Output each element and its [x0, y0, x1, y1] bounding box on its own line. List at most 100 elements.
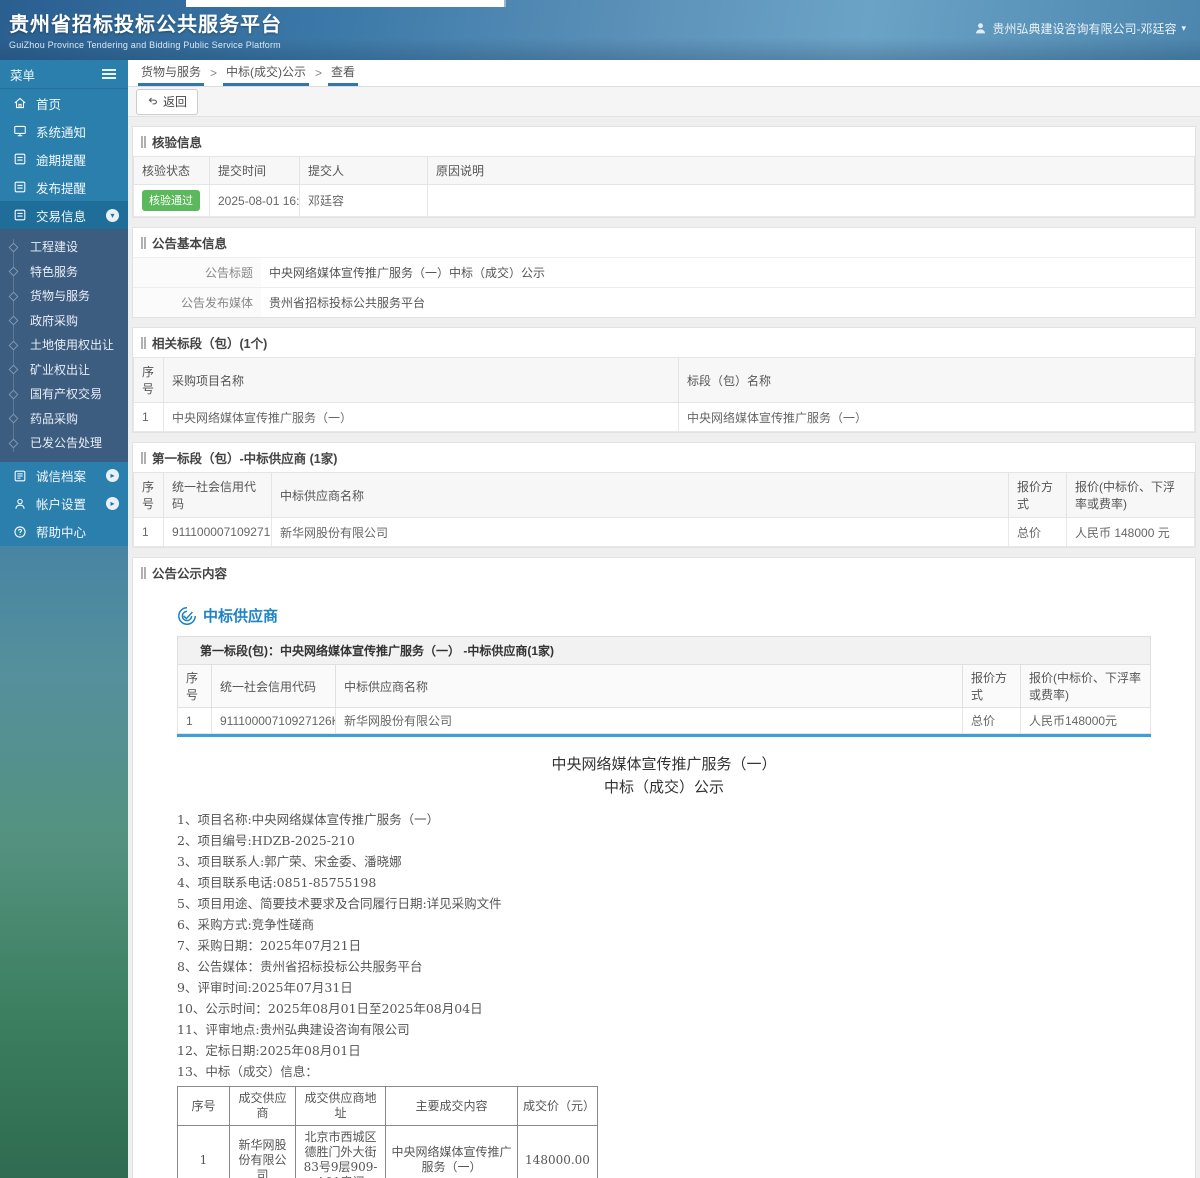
submenu-item-engineering[interactable]: 工程建设: [0, 235, 128, 260]
submenu-item-featured-services[interactable]: 特色服务: [0, 260, 128, 285]
credit-code: 91110000710927126K: [163, 517, 272, 547]
sidebar-item-system-notice[interactable]: 系统通知: [0, 117, 128, 145]
breadcrumb-view[interactable]: 查看: [328, 60, 359, 86]
chevron-down-icon: ▾: [106, 208, 119, 222]
field-label: 公告发布媒体: [133, 287, 261, 317]
announcement-title-value: 中央网络媒体宣传推广服务（一）中标（成交）公示: [261, 257, 1195, 288]
col-header: 成交价（元）: [517, 1086, 598, 1126]
col-header: 中标供应商名称: [335, 664, 963, 708]
document-icon: [13, 152, 27, 166]
section-bars-icon: [141, 135, 146, 148]
verify-table: 核验状态 提交时间 提交人 原因说明 核验通过 2025-08-01 16:03…: [133, 156, 1195, 217]
content-winner-table: 序号 统一社会信用代码 中标供应商名称 报价方式 报价(中标价、下浮率或费率) …: [177, 664, 1151, 734]
submenu-item-drug-procurement[interactable]: 药品采购: [0, 407, 128, 432]
table-row: 核验通过 2025-08-01 16:03 邓廷容: [133, 184, 1195, 217]
user-name: 贵州弘典建设咨询有限公司-邓廷容: [992, 22, 1177, 36]
sidebar-item-label: 交易信息: [36, 209, 87, 224]
submenu-item-land-use-rights[interactable]: 土地使用权出让: [0, 333, 128, 358]
supplier-name: 新华网股份有限公司: [335, 707, 963, 734]
section-bars-icon: [141, 566, 146, 579]
table-row: 1 中央网络媒体宣传推广服务（一） 中央网络媒体宣传推广服务（一）: [133, 402, 1195, 432]
sidebar-item-account-settings[interactable]: 帐户设置 ▸: [0, 489, 128, 518]
quote-method: 总价: [962, 707, 1021, 734]
table-row: 1 91110000710927126K 新华网股份有限公司 总价 人民币148…: [177, 707, 1151, 734]
submitter: 邓廷容: [299, 184, 428, 217]
doc-paragraph: 13、中标（成交）信息：: [177, 1064, 318, 1079]
col-header: 提交人: [299, 156, 428, 185]
sidebar-item-integrity-file[interactable]: 诚信档案 ▸: [0, 461, 128, 490]
breadcrumb-award-announcement[interactable]: 中标(成交)公示: [223, 60, 310, 86]
table-row: 1 91110000710927126K 新华网股份有限公司 总价 人民币 14…: [133, 517, 1195, 547]
sidebar-item-label: 系统通知: [36, 125, 87, 140]
doc-paragraph: 6、采购方式:竞争性磋商: [177, 917, 315, 932]
app-subtitle: GuiZhou Province Tendering and Bidding P…: [9, 40, 281, 50]
sidebar-item-label: 帮助中心: [36, 526, 87, 540]
reason: [427, 184, 1195, 217]
col-header: 统一社会信用代码: [211, 664, 336, 708]
sidebar-item-label: 首页: [36, 97, 62, 112]
submit-time: 2025-08-01 16:03: [209, 184, 300, 217]
section-title-text: 相关标段（包）(1个): [152, 337, 268, 351]
section-title-text: 公告基本信息: [152, 237, 228, 251]
col-header: 原因说明: [427, 156, 1195, 185]
caret-down-icon: ▾: [1181, 23, 1186, 33]
doc-paragraph: 2、项目编号:HDZB-2025-210: [177, 833, 355, 848]
hamburger-icon[interactable]: [100, 67, 118, 81]
sidebar-item-help-center[interactable]: 帮助中心: [0, 517, 128, 546]
back-label: 返回: [163, 94, 188, 109]
transaction-submenu: 工程建设 特色服务 货物与服务 政府采购 土地使用权出让 矿业权出让 国有产权交…: [0, 229, 128, 462]
submenu-item-mining-rights[interactable]: 矿业权出让: [0, 358, 128, 383]
doc-paragraph: 4、项目联系电话:0851-85755198: [177, 875, 377, 890]
col-header: 提交时间: [209, 156, 300, 185]
verify-section: 核验信息 核验状态 提交时间 提交人 原因说明 核验通过 2025-08-01 …: [132, 126, 1196, 218]
main-content: 货物与服务 > 中标(成交)公示 > 查看 返回 核验信息 核验状态 提交时间 …: [128, 60, 1200, 1178]
col-header: 报价方式: [1008, 472, 1067, 518]
sidebar-item-home[interactable]: 首页: [0, 89, 128, 117]
related-sections-table: 序号 采购项目名称 标段（包）名称 1 中央网络媒体宣传推广服务（一） 中央网络…: [133, 357, 1195, 432]
sidebar-item-transaction-info[interactable]: 交易信息 ▾: [0, 201, 128, 229]
user-menu[interactable]: 贵州弘典建设咨询有限公司-邓廷容 ▾: [974, 20, 1186, 37]
doc-paragraph: 1、项目名称:中央网络媒体宣传推广服务（一）: [177, 812, 440, 827]
col-header: 中标供应商名称: [271, 472, 1009, 518]
quote-value: 人民币 148000 元: [1066, 517, 1195, 547]
doc-paragraph: 5、项目用途、简要技术要求及合同履行日期:详见采购文件: [177, 896, 502, 911]
sidebar-item-publish-reminder[interactable]: 发布提醒: [0, 173, 128, 201]
col-header: 统一社会信用代码: [163, 472, 272, 518]
col-header: 成交供应商: [229, 1086, 296, 1126]
back-button[interactable]: 返回: [136, 88, 199, 115]
menu-label: 菜单: [10, 68, 36, 83]
related-sections-section: 相关标段（包）(1个) 序号 采购项目名称 标段（包）名称 1 中央网络媒体宣传…: [132, 327, 1196, 433]
seq: 1: [177, 1125, 230, 1178]
sidebar-menu-bar: 菜单: [0, 60, 128, 89]
deal-content: 中央网络媒体宣传推广服务（一）: [385, 1125, 518, 1178]
target-check-icon: [177, 606, 197, 626]
doc-title-line1: 中央网络媒体宣传推广服务（一）: [551, 755, 777, 773]
submenu-item-published-announcements[interactable]: 已发公告处理: [0, 431, 128, 456]
col-header: 序号: [177, 664, 212, 708]
announcement-content-section: 公告公示内容 中标供应商 第一标段(包)：中央网络媒体宣传推广服务（一） -中标…: [132, 557, 1196, 1178]
breadcrumb-goods-services[interactable]: 货物与服务: [138, 60, 205, 86]
submenu-item-government-procurement[interactable]: 政府采购: [0, 309, 128, 334]
table-row: 公告标题 中央网络媒体宣传推广服务（一）中标（成交）公示: [133, 257, 1195, 288]
breadcrumb-separator: >: [210, 66, 218, 80]
sidebar-item-label: 诚信档案: [36, 470, 87, 484]
col-header: 序号: [133, 472, 164, 518]
divider-line: [177, 734, 1151, 737]
winner-section: 第一标段（包）-中标供应商 (1家) 序号 统一社会信用代码 中标供应商名称 报…: [132, 442, 1196, 548]
col-header: 报价(中标价、下浮率或费率): [1020, 664, 1151, 708]
sidebar-item-overdue-reminder[interactable]: 逾期提醒: [0, 145, 128, 173]
winning-supplier-heading: 中标供应商: [177, 605, 1151, 626]
deal-supplier: 新华网股份有限公司: [229, 1125, 296, 1178]
brand: 贵州省招标投标公共服务平台 GuiZhou Province Tendering…: [9, 8, 282, 50]
submenu-item-goods-services[interactable]: 货物与服务: [0, 284, 128, 309]
submenu-item-state-property[interactable]: 国有产权交易: [0, 382, 128, 407]
sidebar: 菜单 首页 系统通知 逾期提醒 发布提醒 交易信息 ▾ 工程建设 特色服务 货物…: [0, 60, 128, 1178]
basic-info-section: 公告基本信息 公告标题 中央网络媒体宣传推广服务（一）中标（成交）公示 公告发布…: [132, 227, 1196, 318]
col-header: 采购项目名称: [163, 357, 679, 403]
col-header: 序号: [133, 357, 164, 403]
person-icon: [13, 497, 27, 511]
back-icon: [147, 95, 159, 107]
announcement-content-title: 公告公示内容: [133, 558, 1195, 587]
doc-paragraph: 8、公告媒体：贵州省招标投标公共服务平台: [177, 959, 423, 974]
col-header: 报价(中标价、下浮率或费率): [1066, 472, 1195, 518]
